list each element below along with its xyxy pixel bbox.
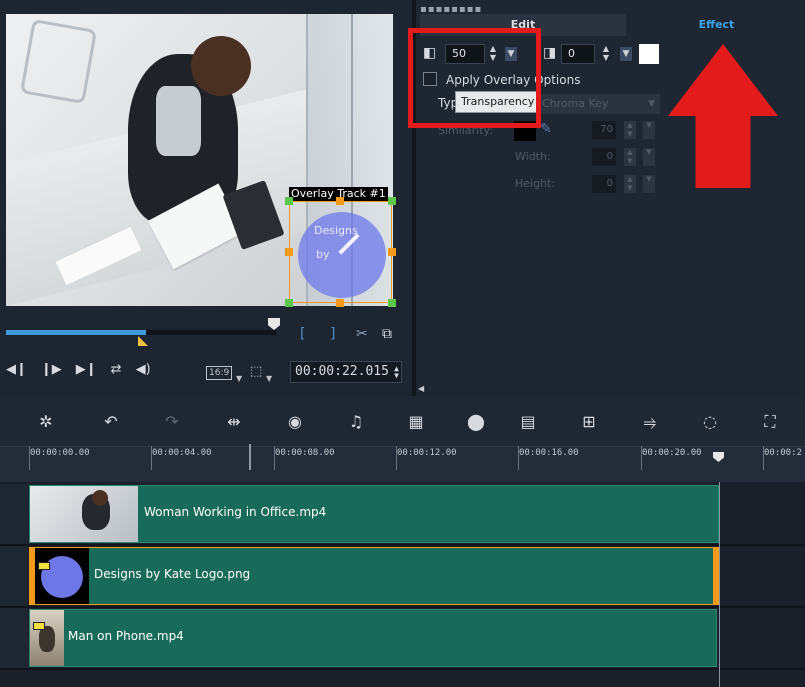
fit-icon[interactable]: ⇹ [220, 410, 248, 434]
timecode-field[interactable]: 00:00:22.015 ▲ ▼ [290, 361, 402, 383]
width-dropdown[interactable]: ▼ [643, 148, 655, 166]
chevron-down-icon[interactable]: ▼ [266, 374, 272, 383]
resize-handle-right[interactable] [388, 248, 396, 256]
height-stepper[interactable]: ▲ ▼ [624, 175, 636, 193]
title-icon[interactable]: ▤ [514, 410, 542, 434]
scene-chair [19, 18, 98, 105]
subtitle-icon[interactable]: ⛶ [756, 410, 784, 434]
end-icon[interactable]: ▶❙ [76, 362, 97, 377]
eyedropper-icon[interactable]: ✎ [540, 121, 552, 137]
scissors-icon[interactable]: ✂ [356, 326, 368, 342]
resize-handle-top-left[interactable] [285, 197, 293, 205]
scene-shirt [156, 86, 201, 156]
ruler-tick-label: 00:00:04.00 [152, 448, 212, 458]
border-stepper[interactable]: ▲ ▼ [600, 44, 612, 64]
width-input[interactable]: 0 [592, 148, 616, 166]
resize-handle-bottom[interactable] [336, 299, 344, 307]
timecode-value: 00:00:22.015 [295, 364, 389, 379]
project-end-line [719, 482, 720, 687]
tools-icon[interactable]: ✲ [32, 410, 60, 434]
trim-handle-right[interactable] [713, 548, 718, 604]
motion-tracking-icon[interactable]: ⥤ [636, 410, 664, 434]
resize-handle-left[interactable] [285, 248, 293, 256]
clip-thumbnail [30, 486, 138, 542]
height-label: Height: [515, 177, 556, 190]
clip-name: Man on Phone.mp4 [68, 629, 184, 643]
resize-handle-bottom-left[interactable] [285, 299, 293, 307]
track-header-overlay-1[interactable] [0, 546, 28, 608]
tab-effect[interactable]: Effect [628, 14, 805, 36]
bracket-left-icon[interactable]: [ [300, 326, 305, 342]
collapse-panel-icon[interactable]: ◀ [418, 384, 424, 393]
border-icon: ◨ [543, 45, 557, 61]
mask-icon[interactable]: ◌ [696, 410, 724, 434]
ruler-tick-label: 00:00:12.00 [397, 448, 457, 458]
record-icon[interactable]: ◉ [281, 410, 309, 434]
track-divider [0, 606, 805, 608]
resize-handle-bottom-right[interactable] [388, 299, 396, 307]
chevron-down-icon: ▼ [648, 99, 655, 109]
split-screen-icon[interactable]: ⊞ [575, 410, 603, 434]
highlight-box-annotation [408, 28, 541, 128]
border-color-swatch[interactable] [639, 44, 659, 64]
height-dropdown[interactable]: ▼ [643, 175, 655, 193]
transport-controls: ◀❙ ❙▶ ▶❙ ⇄ ◀) [6, 362, 151, 377]
border-input[interactable]: 0 [561, 44, 595, 64]
undo-icon[interactable]: ↶ [97, 410, 125, 434]
scrubber-bar[interactable] [6, 330, 276, 335]
crop-icon[interactable]: ⬚ [250, 364, 262, 379]
type-select[interactable]: Chroma Key ▼ [536, 94, 660, 114]
redo-icon[interactable]: ↷ [158, 410, 186, 434]
similarity-stepper[interactable]: ▲ ▼ [624, 121, 636, 139]
timeline-clip-man-phone[interactable]: Man on Phone.mp4 [29, 609, 717, 667]
type-select-value: Chroma Key [542, 97, 609, 110]
height-input[interactable]: 0 [592, 175, 616, 193]
aspect-ratio-button[interactable]: 16:9 [206, 366, 233, 380]
track-header-overlay-2[interactable] [0, 608, 28, 670]
width-label: Width: [515, 150, 551, 163]
timeline-clip-woman-office[interactable]: Woman Working in Office.mp4 [29, 485, 719, 543]
track-divider [0, 544, 805, 546]
chevron-down-icon[interactable]: ▼ [236, 374, 242, 383]
repeat-icon[interactable]: ⇄ [111, 362, 122, 377]
track-divider [0, 668, 805, 670]
similarity-dropdown[interactable]: ▼ [643, 121, 655, 139]
volume-icon[interactable]: ◀) [136, 362, 151, 377]
audio-icon[interactable]: ♫ [342, 410, 370, 434]
overlay-bounding-box[interactable] [289, 201, 392, 303]
copy-icon[interactable]: ⧉ [382, 326, 392, 342]
border-dropdown[interactable]: ▼ [620, 47, 632, 61]
clip-thumbnail [30, 610, 64, 666]
width-stepper[interactable]: ▲ ▼ [624, 148, 636, 166]
ruler-position-line [249, 444, 251, 470]
next-frame-icon[interactable]: ❙▶ [41, 362, 62, 377]
resize-handle-top-right[interactable] [388, 197, 396, 205]
ruler-tick-label: 00:00:2 [764, 448, 802, 458]
scene-head [191, 36, 251, 96]
ruler-tick-label: 00:00:20.00 [642, 448, 702, 458]
clip-name: Designs by Kate Logo.png [94, 567, 251, 581]
similarity-input[interactable]: 70 [592, 121, 616, 139]
clip-thumbnail [35, 548, 89, 604]
motion-icon[interactable]: ▦ [402, 410, 430, 434]
clip-name: Woman Working in Office.mp4 [144, 505, 327, 519]
ruler-tick-label: 00:00:08.00 [275, 448, 335, 458]
ruler-tick-label: 00:00:00.00 [30, 448, 90, 458]
scrubber-progress [6, 330, 147, 335]
effect-icon[interactable]: ⬤ [462, 410, 490, 434]
timecode-stepper[interactable]: ▲ ▼ [394, 365, 399, 380]
resize-handle-top[interactable] [336, 197, 344, 205]
bracket-right-icon[interactable]: ] [330, 326, 335, 342]
timeline-clip-logo[interactable]: Designs by Kate Logo.png [29, 547, 719, 605]
prev-frame-icon[interactable]: ◀❙ [6, 362, 27, 377]
track-header-video[interactable] [0, 484, 28, 546]
ruler-tick-label: 00:00:16.00 [519, 448, 579, 458]
